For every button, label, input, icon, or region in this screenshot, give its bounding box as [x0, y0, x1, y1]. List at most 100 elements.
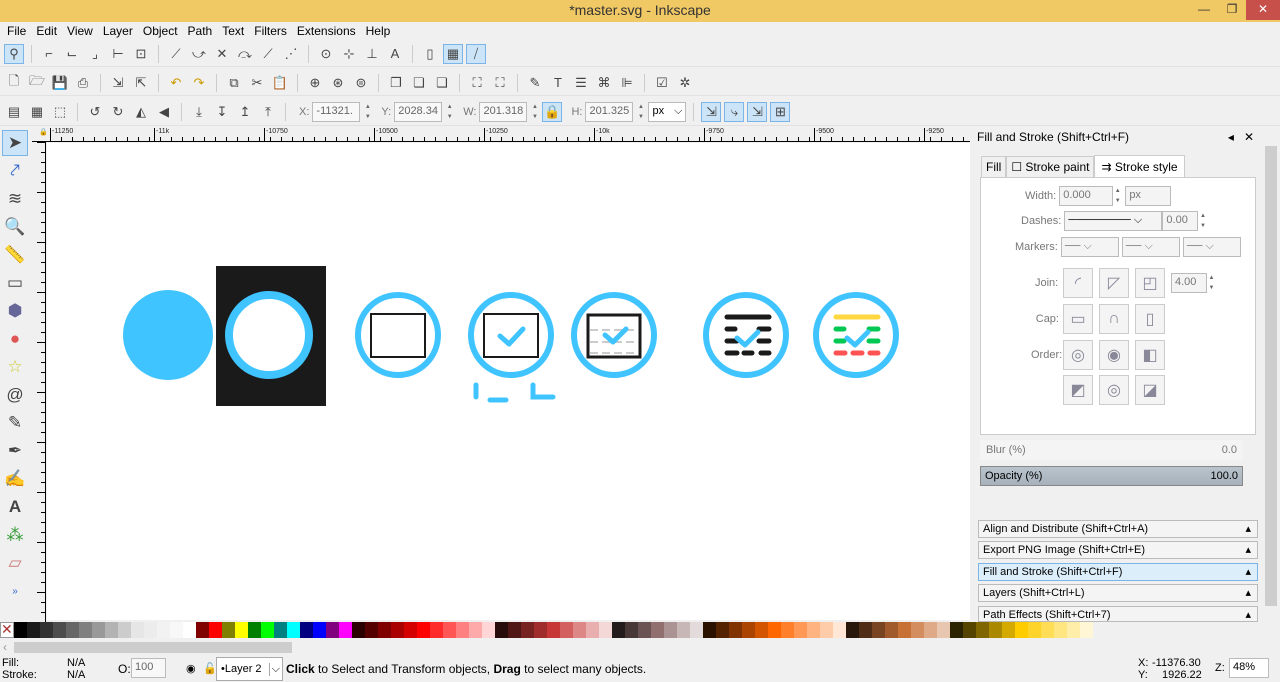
- color-swatch[interactable]: [1014, 622, 1028, 638]
- snap-nodes-icon[interactable]: ⟋: [166, 44, 186, 64]
- color-swatch[interactable]: [507, 622, 521, 638]
- color-swatch[interactable]: [247, 622, 261, 638]
- ellipse-tool-icon[interactable]: ●: [2, 326, 28, 352]
- clone-icon[interactable]: ❏: [409, 73, 429, 93]
- color-swatch[interactable]: [793, 622, 807, 638]
- zoom-selection-icon[interactable]: ⊕: [305, 73, 325, 93]
- color-swatch[interactable]: [780, 622, 794, 638]
- rotate-ccw-icon[interactable]: ↺: [85, 102, 105, 122]
- color-swatch[interactable]: [26, 622, 40, 638]
- order-fill-stroke-markers-icon[interactable]: ◎: [1063, 340, 1093, 370]
- dash-offset-spinner[interactable]: ▲ ▼: [1198, 211, 1207, 231]
- color-swatch[interactable]: [182, 622, 196, 638]
- menu-help[interactable]: Help: [361, 22, 396, 40]
- text-font-icon[interactable]: T: [548, 73, 568, 93]
- export-icon[interactable]: ⇱: [131, 73, 151, 93]
- order-markers-first-icon[interactable]: ◧: [1135, 340, 1165, 370]
- color-swatch[interactable]: [325, 622, 339, 638]
- new-document-icon[interactable]: 🗋: [4, 73, 24, 93]
- layer-visibility-icon[interactable]: ◉: [186, 662, 196, 675]
- h-input[interactable]: 201.325: [585, 101, 634, 122]
- snap-grid-icon[interactable]: ▦: [443, 43, 463, 64]
- dash-offset-input[interactable]: 0.00: [1162, 211, 1199, 231]
- color-swatch[interactable]: [169, 622, 183, 638]
- color-swatch[interactable]: [754, 622, 768, 638]
- color-swatch[interactable]: [299, 622, 313, 638]
- scale-corners-icon[interactable]: ⤷: [724, 101, 745, 122]
- color-swatch[interactable]: [624, 622, 638, 638]
- color-swatch[interactable]: [429, 622, 443, 638]
- color-swatch[interactable]: [364, 622, 378, 638]
- document-properties-icon[interactable]: ☑: [652, 73, 672, 93]
- ring-icon[interactable]: [225, 291, 313, 379]
- h-spinner[interactable]: ▲ ▼: [636, 102, 645, 122]
- 3d-box-tool-icon[interactable]: ⬢: [2, 298, 28, 324]
- color-swatch[interactable]: [949, 622, 963, 638]
- w-input[interactable]: 201.318: [479, 101, 528, 122]
- color-swatch[interactable]: [195, 622, 209, 638]
- raise-top-icon[interactable]: ⤒: [258, 102, 278, 122]
- color-swatch[interactable]: [416, 622, 430, 638]
- color-swatch[interactable]: [117, 622, 131, 638]
- zoom-page-icon[interactable]: ⊜: [351, 73, 371, 93]
- color-swatch[interactable]: [13, 622, 27, 638]
- square-cap-icon[interactable]: ▯: [1135, 304, 1165, 334]
- snap-toggle-icon[interactable]: ⚲: [4, 43, 24, 64]
- color-swatch[interactable]: [403, 622, 417, 638]
- color-swatch[interactable]: [312, 622, 326, 638]
- zoom-drawing-icon[interactable]: ⊛: [328, 73, 348, 93]
- color-swatch[interactable]: [819, 622, 833, 638]
- panel-iconify-icon[interactable]: ◂: [1228, 130, 1234, 144]
- color-swatch[interactable]: [481, 622, 495, 638]
- color-swatch[interactable]: [936, 622, 950, 638]
- list-check-dark-icon[interactable]: [703, 292, 789, 378]
- color-swatch[interactable]: [1053, 622, 1067, 638]
- copy-icon[interactable]: ⧉: [224, 73, 244, 93]
- snap-text-icon[interactable]: A: [385, 44, 405, 64]
- color-swatch[interactable]: [832, 622, 846, 638]
- end-marker-select[interactable]: ── ⌵: [1182, 237, 1241, 257]
- order-option-6-icon[interactable]: ◪: [1135, 375, 1165, 405]
- color-swatch[interactable]: [715, 622, 729, 638]
- color-swatch[interactable]: [65, 622, 79, 638]
- color-swatch[interactable]: [1001, 622, 1015, 638]
- order-option-4-icon[interactable]: ◩: [1063, 375, 1093, 405]
- color-swatch[interactable]: [1079, 622, 1093, 638]
- undo-icon[interactable]: ↶: [166, 73, 186, 93]
- bevel-join-icon[interactable]: ◸: [1099, 268, 1129, 298]
- cut-icon[interactable]: ✂: [247, 73, 267, 93]
- snap-bbox-corner-icon[interactable]: ⌟: [85, 44, 105, 64]
- pencil-tool-icon[interactable]: ✎: [2, 410, 28, 436]
- rotate-cw-icon[interactable]: ↻: [108, 102, 128, 122]
- color-swatch[interactable]: [91, 622, 105, 638]
- menu-layer[interactable]: Layer: [98, 22, 138, 40]
- raise-icon[interactable]: ↥: [235, 102, 255, 122]
- menu-path[interactable]: Path: [183, 22, 218, 40]
- unlink-clone-icon[interactable]: ❑: [432, 73, 452, 93]
- blur-slider[interactable]: Blur (%) 0.0: [980, 440, 1243, 460]
- flip-horizontal-icon[interactable]: ◭: [131, 102, 151, 122]
- opacity-input[interactable]: 100: [131, 658, 166, 678]
- close-button[interactable]: ✕: [1246, 0, 1280, 20]
- vertical-ruler[interactable]: [32, 142, 46, 622]
- color-swatch[interactable]: [156, 622, 170, 638]
- minimize-button[interactable]: —: [1190, 0, 1218, 20]
- opacity-slider[interactable]: Opacity (%) 100.0: [980, 466, 1243, 486]
- xml-editor-icon[interactable]: ⌘: [594, 73, 614, 93]
- spray-tool-icon[interactable]: ⁂: [2, 522, 28, 548]
- x-spinner[interactable]: ▲ ▼: [363, 102, 372, 122]
- color-swatch[interactable]: [104, 622, 118, 638]
- color-swatch[interactable]: [975, 622, 989, 638]
- width-input[interactable]: 0.000: [1059, 186, 1114, 206]
- color-swatch[interactable]: [390, 622, 404, 638]
- snap-path-icon[interactable]: ⤻: [189, 44, 209, 64]
- paste-icon[interactable]: 📋: [270, 73, 290, 93]
- scroll-thumb[interactable]: [14, 642, 292, 653]
- color-swatch[interactable]: [676, 622, 690, 638]
- color-swatch[interactable]: [650, 622, 664, 638]
- menu-extensions[interactable]: Extensions: [292, 22, 361, 40]
- w-spinner[interactable]: ▲ ▼: [530, 102, 539, 122]
- no-paint-swatch[interactable]: ✕: [0, 622, 14, 638]
- dock-path-effects[interactable]: Path Effects (Shift+Ctrl+7) ▴: [978, 606, 1258, 622]
- miter-spinner[interactable]: ▲ ▼: [1207, 273, 1216, 293]
